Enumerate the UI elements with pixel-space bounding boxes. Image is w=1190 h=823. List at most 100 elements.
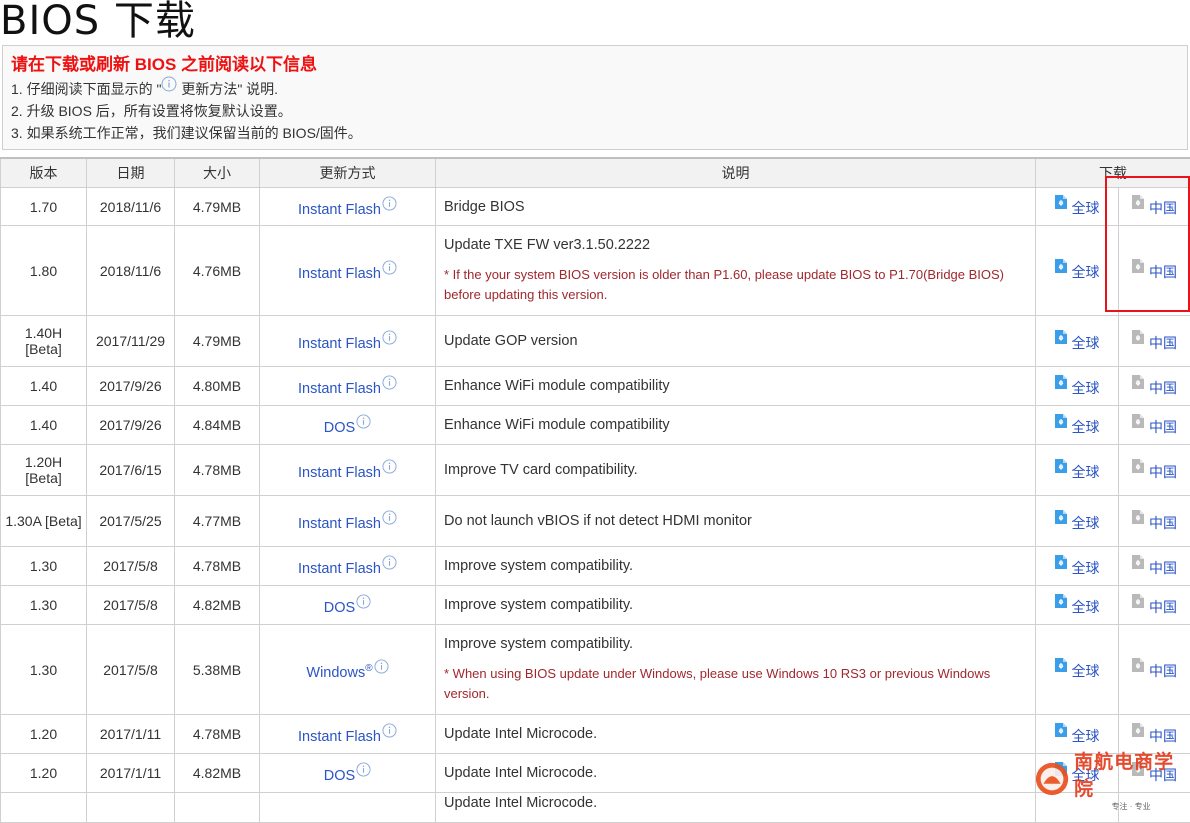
download-global-link[interactable]: 全球 (1055, 464, 1100, 480)
info-icon[interactable] (355, 599, 371, 615)
method-link[interactable]: Instant Flash (298, 336, 381, 352)
download-global-link[interactable]: 全球 (1055, 515, 1100, 531)
cell-size: 4.78MB (175, 445, 260, 496)
cell-download-global: 全球 (1036, 496, 1119, 547)
download-global-icon (1055, 515, 1072, 531)
download-china-link[interactable]: 中国 (1132, 515, 1177, 531)
cell-method: DOS (260, 406, 436, 445)
download-global-icon (1055, 728, 1072, 744)
header-download: 下载 (1036, 158, 1190, 188)
download-china-link[interactable]: 中国 (1132, 335, 1177, 351)
info-icon[interactable] (381, 380, 397, 396)
download-china-icon (1132, 599, 1149, 615)
cell-size (175, 793, 260, 823)
download-china-link[interactable]: 中国 (1132, 419, 1177, 435)
info-icon[interactable] (381, 560, 397, 576)
cell-download-china: 中国 (1119, 367, 1190, 406)
cell-download-china: 中国 (1119, 547, 1190, 586)
watermark: 南航电商学院 专注 · 专业 (1034, 757, 1188, 801)
download-china-link[interactable]: 中国 (1132, 200, 1177, 216)
cell-description: Update Intel Microcode. (436, 715, 1036, 754)
cell-method: Instant Flash (260, 547, 436, 586)
cell-date (87, 793, 175, 823)
notice-line-1-prefix: 1. 仔细阅读下面显示的 " (11, 81, 161, 97)
download-global-link[interactable]: 全球 (1055, 663, 1100, 679)
method-link[interactable]: Instant Flash (298, 729, 381, 745)
info-icon[interactable] (355, 419, 371, 435)
cell-size: 4.78MB (175, 715, 260, 754)
info-icon[interactable] (381, 335, 397, 351)
method-label: Instant Flash (298, 561, 381, 577)
download-china-link[interactable]: 中国 (1132, 380, 1177, 396)
method-label: Instant Flash (298, 516, 381, 532)
download-global-label: 全球 (1072, 419, 1100, 435)
description-text: Update Intel Microcode. (444, 726, 1027, 742)
cell-download-global: 全球 (1036, 406, 1119, 445)
method-link[interactable]: Instant Flash (298, 465, 381, 481)
download-global-link[interactable]: 全球 (1055, 380, 1100, 396)
description-note: * If the your system BIOS version is old… (444, 265, 1027, 305)
description-note: * When using BIOS update under Windows, … (444, 664, 1027, 704)
cell-description: Update Intel Microcode. (436, 793, 1036, 823)
download-china-link[interactable]: 中国 (1132, 599, 1177, 615)
description-text: Update TXE FW ver3.1.50.2222 (444, 237, 1027, 253)
cell-description: Bridge BIOS (436, 188, 1036, 226)
download-china-link[interactable]: 中国 (1132, 464, 1177, 480)
method-link[interactable]: DOS (324, 420, 355, 436)
method-link[interactable]: Instant Flash (298, 381, 381, 397)
method-label: Instant Flash (298, 381, 381, 397)
download-china-link[interactable]: 中国 (1132, 728, 1177, 744)
description-text: Improve system compatibility. (444, 558, 1027, 574)
table-row: 1.20H [Beta]2017/6/154.78MBInstant Flash… (1, 445, 1190, 496)
cell-version: 1.30 (1, 547, 87, 586)
download-china-label: 中国 (1149, 464, 1177, 480)
cell-version: 1.30A [Beta] (1, 496, 87, 547)
download-global-link[interactable]: 全球 (1055, 728, 1100, 744)
table-row: 1.302017/5/84.82MBDOSImprove system comp… (1, 586, 1190, 625)
cell-version: 1.40H [Beta] (1, 316, 87, 367)
download-china-link[interactable]: 中国 (1132, 560, 1177, 576)
description-text: Update Intel Microcode. (444, 795, 1027, 811)
info-icon[interactable] (373, 664, 389, 680)
download-china-label: 中国 (1149, 264, 1177, 280)
cell-version: 1.20H [Beta] (1, 445, 87, 496)
cell-description: Improve system compatibility. (436, 586, 1036, 625)
info-icon[interactable] (381, 728, 397, 744)
info-icon[interactable] (381, 201, 397, 217)
download-global-link[interactable]: 全球 (1055, 335, 1100, 351)
download-china-icon (1132, 464, 1149, 480)
method-link[interactable]: Instant Flash (298, 516, 381, 532)
notice-line-2: 2. 升级 BIOS 后，所有设置将恢复默认设置。 (11, 100, 1179, 122)
download-global-link[interactable]: 全球 (1055, 419, 1100, 435)
download-global-icon (1055, 560, 1072, 576)
info-icon[interactable] (381, 265, 397, 281)
method-link[interactable]: Windows® (306, 665, 372, 681)
cell-method: Instant Flash (260, 715, 436, 754)
download-china-label: 中国 (1149, 380, 1177, 396)
download-global-link[interactable]: 全球 (1055, 560, 1100, 576)
download-china-link[interactable]: 中国 (1132, 264, 1177, 280)
watermark-logo-icon (1034, 760, 1070, 798)
download-global-link[interactable]: 全球 (1055, 200, 1100, 216)
method-link[interactable]: DOS (324, 600, 355, 616)
info-icon[interactable] (381, 515, 397, 531)
cell-description: Do not launch vBIOS if not detect HDMI m… (436, 496, 1036, 547)
table-row: 1.802018/11/64.76MBInstant FlashUpdate T… (1, 226, 1190, 316)
download-global-label: 全球 (1072, 728, 1100, 744)
method-link[interactable]: Instant Flash (298, 266, 381, 282)
cell-description: Update Intel Microcode. (436, 754, 1036, 793)
download-global-icon (1055, 599, 1072, 615)
notice-line-1-suffix: 更新方法" 说明. (177, 81, 278, 97)
method-link[interactable]: Instant Flash (298, 561, 381, 577)
method-link[interactable]: Instant Flash (298, 202, 381, 218)
download-china-link[interactable]: 中国 (1132, 663, 1177, 679)
method-link[interactable]: DOS (324, 768, 355, 784)
cell-download-global: 全球 (1036, 445, 1119, 496)
cell-download-global: 全球 (1036, 586, 1119, 625)
method-label: Instant Flash (298, 729, 381, 745)
download-global-link[interactable]: 全球 (1055, 599, 1100, 615)
download-global-link[interactable]: 全球 (1055, 264, 1100, 280)
info-icon[interactable] (381, 464, 397, 480)
info-icon[interactable] (355, 767, 371, 783)
header-date: 日期 (87, 158, 175, 188)
